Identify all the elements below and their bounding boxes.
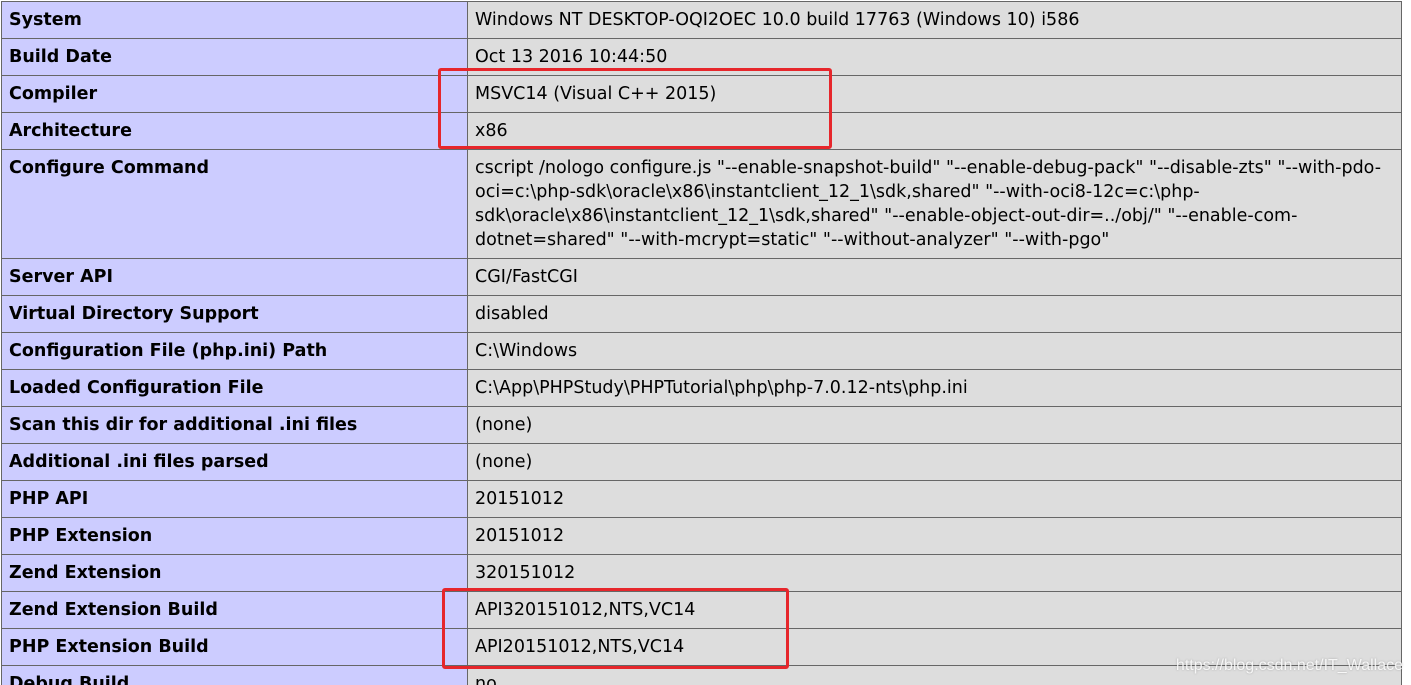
table-row: Architecture x86 <box>1 112 1402 150</box>
row-key: Server API <box>1 258 468 296</box>
row-key: Additional .ini files parsed <box>1 443 468 481</box>
row-value: disabled <box>467 295 1402 333</box>
table-row: Virtual Directory Support disabled <box>1 295 1402 333</box>
row-value: Oct 13 2016 10:44:50 <box>467 38 1402 76</box>
row-value: cscript /nologo configure.js "--enable-s… <box>467 149 1402 259</box>
table-row: Loaded Configuration File C:\App\PHPStud… <box>1 369 1402 407</box>
row-value: 20151012 <box>467 517 1402 555</box>
table-row: Zend Extension Build API320151012,NTS,VC… <box>1 591 1402 629</box>
table-row: Configuration File (php.ini) Path C:\Win… <box>1 332 1402 370</box>
table-row: Server API CGI/FastCGI <box>1 258 1402 296</box>
row-key: Configuration File (php.ini) Path <box>1 332 468 370</box>
table-row: Scan this dir for additional .ini files … <box>1 406 1402 444</box>
table-row: Compiler MSVC14 (Visual C++ 2015) <box>1 75 1402 113</box>
row-value: (none) <box>467 443 1402 481</box>
row-key: Loaded Configuration File <box>1 369 468 407</box>
row-key: PHP Extension <box>1 517 468 555</box>
row-key: Debug Build <box>1 665 468 685</box>
table-row: Configure Command cscript /nologo config… <box>1 149 1402 259</box>
row-key: Build Date <box>1 38 468 76</box>
table-row: System Windows NT DESKTOP-OQI2OEC 10.0 b… <box>1 1 1402 39</box>
row-value: C:\Windows <box>467 332 1402 370</box>
row-key: Configure Command <box>1 149 468 259</box>
phpinfo-table: System Windows NT DESKTOP-OQI2OEC 10.0 b… <box>1 1 1402 685</box>
row-value: C:\App\PHPStudy\PHPTutorial\php\php-7.0.… <box>467 369 1402 407</box>
row-key: Zend Extension <box>1 554 468 592</box>
table-row: Build Date Oct 13 2016 10:44:50 <box>1 38 1402 76</box>
row-value: API320151012,NTS,VC14 <box>467 591 1402 629</box>
watermark-text: https://blog.csdn.net/IT_Wallace <box>1175 657 1403 674</box>
row-value: (none) <box>467 406 1402 444</box>
row-key: Zend Extension Build <box>1 591 468 629</box>
table-row: PHP API 20151012 <box>1 480 1402 518</box>
row-value: Windows NT DESKTOP-OQI2OEC 10.0 build 17… <box>467 1 1402 39</box>
row-value: 320151012 <box>467 554 1402 592</box>
row-key: System <box>1 1 468 39</box>
row-key: Virtual Directory Support <box>1 295 468 333</box>
table-row: Additional .ini files parsed (none) <box>1 443 1402 481</box>
row-key: Compiler <box>1 75 468 113</box>
row-key: PHP API <box>1 480 468 518</box>
row-key: Architecture <box>1 112 468 150</box>
phpinfo-page: System Windows NT DESKTOP-OQI2OEC 10.0 b… <box>0 0 1411 685</box>
row-value: CGI/FastCGI <box>467 258 1402 296</box>
table-row: Zend Extension 320151012 <box>1 554 1402 592</box>
row-key: Scan this dir for additional .ini files <box>1 406 468 444</box>
row-value: x86 <box>467 112 1402 150</box>
table-row: PHP Extension 20151012 <box>1 517 1402 555</box>
row-value: 20151012 <box>467 480 1402 518</box>
row-value: MSVC14 (Visual C++ 2015) <box>467 75 1402 113</box>
row-key: PHP Extension Build <box>1 628 468 666</box>
